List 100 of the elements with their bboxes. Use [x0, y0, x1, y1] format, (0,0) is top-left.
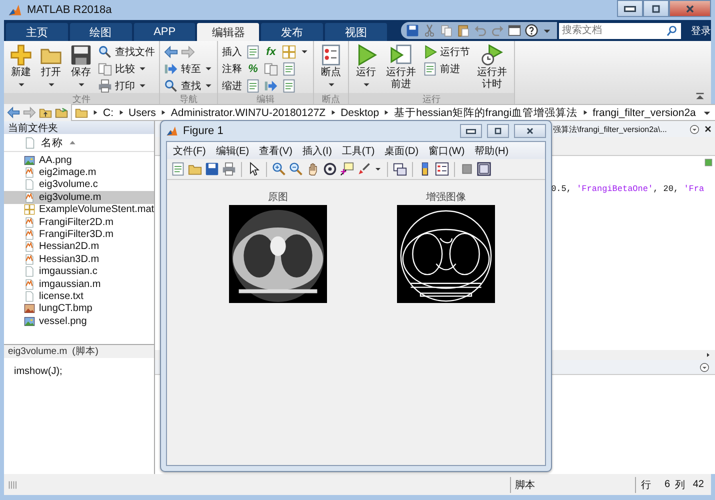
- documents-icon[interactable]: [264, 62, 278, 76]
- file-item[interactable]: imgaussian.c: [4, 266, 154, 278]
- menu-item[interactable]: 窗口(W): [428, 144, 465, 158]
- window-icon[interactable]: [477, 162, 491, 176]
- file-item[interactable]: Hessian3D.m: [4, 253, 154, 266]
- minimize-button[interactable]: [460, 124, 482, 138]
- ribbon-button[interactable]: 查找: [164, 78, 213, 93]
- ribbon-button[interactable]: 断点: [318, 44, 344, 88]
- zoom-in-icon[interactable]: [272, 162, 286, 176]
- folder-icon[interactable]: [55, 106, 68, 119]
- square-icon[interactable]: [460, 162, 474, 176]
- page-icon[interactable]: [171, 162, 185, 176]
- left-arrow-icon[interactable]: [164, 44, 178, 58]
- ribbon-button[interactable]: 运行并前进: [383, 44, 419, 90]
- page-icon[interactable]: [282, 62, 296, 76]
- search-icon: [164, 78, 178, 92]
- path-segment[interactable]: Users: [128, 106, 156, 118]
- menu-item[interactable]: 插入(I): [302, 144, 332, 158]
- ribbon-tab[interactable]: 发布: [261, 23, 324, 41]
- ribbon-tab[interactable]: 主页: [6, 23, 68, 41]
- maximize-button[interactable]: [487, 124, 509, 138]
- file-item[interactable]: ExampleVolumeStent.mat: [4, 204, 154, 216]
- path-segment[interactable]: frangi_filter_version2a: [592, 106, 696, 118]
- folder-icon[interactable]: [188, 162, 202, 176]
- window-icon[interactable]: [508, 24, 521, 37]
- path-segment[interactable]: Administrator.WIN7U-20180127Z: [170, 106, 326, 118]
- file-item[interactable]: eig3volume.c: [4, 178, 154, 192]
- ribbon-button[interactable]: %: [246, 62, 260, 74]
- page-icon[interactable]: [246, 44, 260, 58]
- menu-icon[interactable]: [689, 124, 700, 134]
- close-button[interactable]: [514, 124, 546, 138]
- page-icon[interactable]: [246, 78, 260, 92]
- file-item[interactable]: AA.png: [4, 154, 154, 166]
- file-item[interactable]: imgaussian.m: [4, 278, 154, 290]
- address-bar[interactable]: C: Users Administrator.WIN7U-20180127Z Desktop 基于hessian矩阵的frangi血管增强算法 frangi_filter_version2a: [71, 104, 715, 121]
- ribbon-button[interactable]: 转至: [164, 61, 213, 76]
- play-icon: [423, 44, 437, 58]
- ribbon-button[interactable]: 运行并计时: [474, 44, 510, 90]
- chevron-icon: [91, 108, 100, 117]
- hand-icon[interactable]: [306, 162, 320, 176]
- ribbon-button[interactable]: 查找文件: [98, 44, 155, 59]
- file-item[interactable]: vessel.png: [4, 315, 154, 328]
- column-header[interactable]: 名称: [41, 136, 63, 150]
- path-segment[interactable]: 基于hessian矩阵的frangi血管增强算法: [394, 106, 578, 120]
- blank-page-icon: [24, 290, 35, 302]
- path-segment[interactable]: C:: [103, 106, 114, 118]
- file-item[interactable]: FrangiFilter3D.m: [4, 228, 154, 241]
- up-folder-icon[interactable]: [39, 106, 52, 119]
- left-arrow-icon[interactable]: [7, 106, 20, 119]
- menu-item[interactable]: 编辑(E): [216, 144, 250, 158]
- ribbon-button[interactable]: fx: [264, 46, 278, 58]
- ribbon-button[interactable]: 运行节: [423, 44, 470, 59]
- file-item[interactable]: eig3volume.m: [4, 191, 154, 204]
- ribbon-button[interactable]: 运行: [353, 44, 379, 88]
- right-arrow-icon[interactable]: [264, 78, 278, 92]
- ribbon-button[interactable]: 前进: [423, 61, 470, 76]
- printer-icon[interactable]: [222, 162, 236, 176]
- linked-windows-icon[interactable]: [393, 162, 407, 176]
- caret-icon[interactable]: [374, 165, 382, 173]
- ribbon-button[interactable]: 打开: [38, 44, 64, 88]
- menu-item[interactable]: 查看(V): [259, 144, 292, 158]
- file-item[interactable]: FrangiFilter2D.m: [4, 216, 154, 228]
- close-button[interactable]: [669, 0, 711, 17]
- data-cursor-icon[interactable]: [340, 162, 354, 176]
- help-icon[interactable]: [524, 24, 538, 37]
- menu-item[interactable]: 帮助(H): [474, 144, 509, 158]
- menu-item[interactable]: 桌面(D): [384, 144, 419, 158]
- pointer-icon[interactable]: [247, 162, 261, 176]
- maximize-button[interactable]: [643, 0, 669, 17]
- page-icon[interactable]: [282, 78, 296, 92]
- resize-grip-icon: [7, 478, 19, 490]
- file-item[interactable]: Hessian2D.m: [4, 240, 154, 254]
- search-field[interactable]: 搜索文档: [558, 22, 681, 38]
- zoom-out-icon[interactable]: [289, 162, 303, 176]
- file-item[interactable]: license.txt: [4, 290, 154, 303]
- brush-icon[interactable]: [357, 162, 371, 176]
- menu-icon[interactable]: [699, 362, 710, 372]
- ribbon-button[interactable]: 保存: [68, 44, 94, 88]
- right-arrow-icon[interactable]: [181, 44, 195, 58]
- ribbon-button[interactable]: 比较: [98, 61, 155, 76]
- collapse-icon[interactable]: [695, 91, 705, 101]
- ribbon-tab[interactable]: 编辑器: [197, 23, 260, 41]
- clipboard-icon[interactable]: [456, 24, 470, 37]
- menu-item[interactable]: 文件(F): [173, 144, 206, 158]
- menu-item[interactable]: 工具(T): [342, 144, 375, 158]
- search-icon[interactable]: [666, 24, 678, 36]
- ribbon-tab[interactable]: 绘图: [70, 23, 132, 41]
- copy-icon[interactable]: [440, 24, 453, 37]
- file-item[interactable]: lungCT.bmp: [4, 302, 154, 316]
- row-label: 注释: [222, 62, 242, 76]
- ribbon-button[interactable]: 新建: [8, 44, 34, 88]
- ribbon-button[interactable]: 打印: [98, 78, 155, 93]
- minimize-button[interactable]: [617, 0, 643, 17]
- ribbon-tab[interactable]: APP: [134, 23, 196, 41]
- close-icon[interactable]: [703, 124, 714, 134]
- login-link[interactable]: 登录: [690, 24, 711, 38]
- ribbon-tab[interactable]: 视图: [325, 23, 387, 41]
- path-segment[interactable]: Desktop: [340, 106, 380, 118]
- legend-icon[interactable]: [435, 162, 449, 176]
- file-item[interactable]: eig2image.m: [4, 166, 154, 179]
